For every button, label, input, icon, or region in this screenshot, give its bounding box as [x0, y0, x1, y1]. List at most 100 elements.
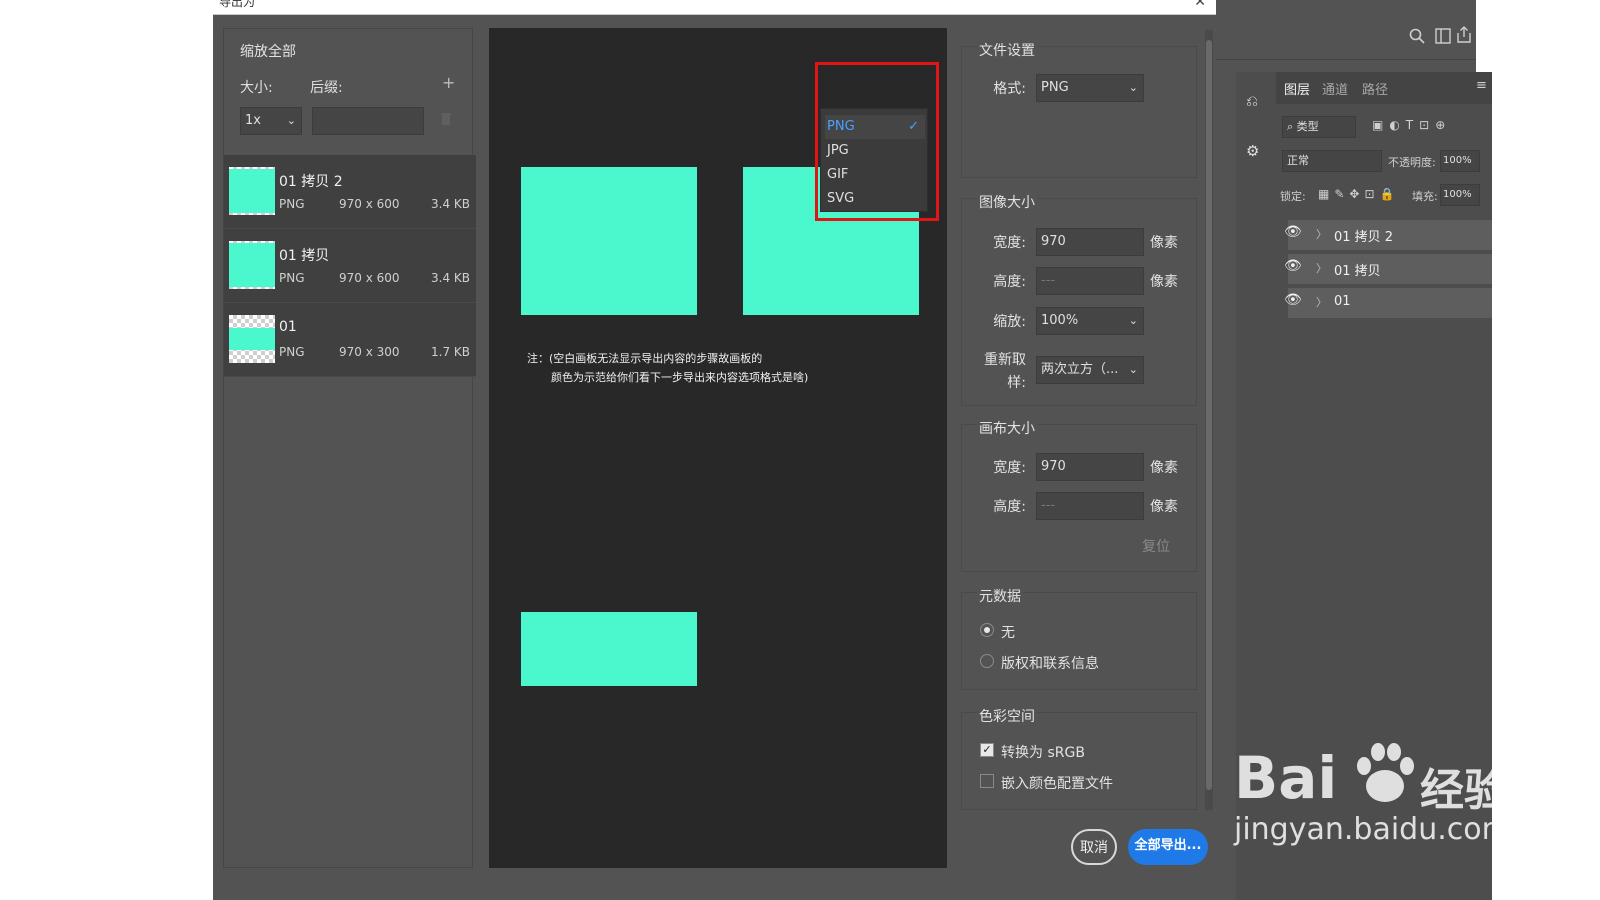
panel-menu-icon[interactable]: ≡ — [1476, 78, 1487, 93]
opacity-label: 不透明度: — [1388, 156, 1436, 169]
convert-srgb-checkbox[interactable]: ✓ — [980, 743, 994, 757]
watermark-brand-cn: 经验 — [1420, 765, 1508, 816]
layer-name: 01 — [1334, 294, 1351, 309]
asset-name: 01 — [279, 319, 297, 335]
asset-thumbnail-fill — [229, 243, 275, 287]
note-line-2: 颜色为示范给你们看下一步导出来内容选项格式是啥) — [551, 371, 809, 384]
canvas-width-input[interactable]: 970 — [1036, 453, 1144, 481]
tab-channels[interactable]: 通道 — [1322, 79, 1348, 98]
convert-srgb-label: 转换为 sRGB — [1001, 745, 1085, 761]
share-icon[interactable] — [1456, 26, 1472, 44]
canvas-size-title: 画布大小 — [977, 418, 1037, 438]
add-scale-icon[interactable]: + — [442, 73, 455, 92]
asset-item[interactable]: 01 拷贝 2 PNG 970 x 600 3.4 KB — [224, 155, 476, 229]
blend-mode-select[interactable]: 正常 — [1282, 150, 1382, 172]
resample-select[interactable]: 两次立方（... ⌄ — [1036, 356, 1144, 384]
scale-label: 缩放: — [993, 314, 1026, 330]
layer-filter-select[interactable]: ⌕ 类型 — [1282, 116, 1356, 138]
asset-filesize: 1.7 KB — [431, 345, 470, 359]
reset-button[interactable]: 复位 — [1142, 536, 1170, 556]
metadata-title: 元数据 — [977, 586, 1023, 606]
history-icon[interactable]: ⎌ — [1246, 92, 1258, 110]
chevron-down-icon: ⌄ — [1128, 314, 1138, 327]
asset-format: PNG — [279, 271, 305, 285]
canvas-height-label: 高度: — [993, 499, 1026, 515]
asset-dimensions: 970 x 300 — [339, 345, 400, 359]
metadata-none-radio[interactable] — [980, 623, 994, 637]
colorspace-title: 色彩空间 — [977, 706, 1037, 726]
chevron-right-icon[interactable]: 〉 — [1316, 226, 1327, 242]
eye-icon[interactable]: 👁 — [1284, 258, 1302, 274]
search-icon[interactable] — [1409, 28, 1425, 44]
file-settings-group — [961, 46, 1197, 178]
canvas-width-unit: 像素 — [1150, 460, 1178, 476]
eye-icon[interactable]: 👁 — [1284, 224, 1302, 240]
image-scale-select[interactable]: 100% ⌄ — [1036, 307, 1144, 335]
lock-label: 锁定: — [1280, 190, 1306, 203]
canvas-width-label: 宽度: — [993, 460, 1026, 476]
artboard-preview — [521, 167, 697, 315]
search-icon: ⌕ — [1287, 120, 1294, 133]
highlight-annotation — [815, 62, 939, 221]
metadata-group — [961, 592, 1197, 690]
asset-thumbnail — [229, 241, 275, 289]
image-width-input[interactable]: 970 — [1036, 228, 1144, 256]
note-line-1: 注：(空白画板无法显示导出内容的步骤故画板的 — [527, 352, 763, 365]
opacity-input[interactable]: 100% — [1440, 150, 1480, 172]
dialog-title: 导出为 — [219, 0, 256, 9]
height-unit: 像素 — [1150, 274, 1178, 290]
chevron-right-icon[interactable]: 〉 — [1316, 294, 1327, 310]
chevron-down-icon: ⌄ — [1128, 363, 1138, 376]
scale-select[interactable]: 1x ⌄ — [240, 107, 302, 135]
suffix-input[interactable] — [312, 107, 424, 135]
format-select[interactable]: PNG ⌄ — [1036, 74, 1144, 102]
height-label: 高度: — [993, 274, 1026, 290]
asset-thumbnail — [229, 167, 275, 215]
scale-all-title: 缩放全部 — [240, 44, 296, 60]
asset-thumbnail-fill — [229, 328, 275, 350]
asset-item[interactable]: 01 PNG 970 x 300 1.7 KB — [224, 303, 476, 377]
layer-filter-icons[interactable]: ▣◐T⊡⊕ — [1372, 118, 1451, 132]
asset-name: 01 拷贝 — [279, 248, 330, 264]
settings-scrollbar[interactable] — [1205, 30, 1213, 810]
tab-paths[interactable]: 路径 — [1362, 79, 1388, 98]
asset-name: 01 拷贝 2 — [279, 174, 343, 190]
asset-thumbnail-fill — [229, 169, 275, 213]
format-select-value: PNG — [1041, 80, 1069, 95]
eye-icon[interactable]: 👁 — [1284, 292, 1302, 308]
metadata-copyright-radio[interactable] — [980, 654, 994, 668]
layer-row[interactable]: 👁 〉 01 — [1284, 288, 1492, 318]
lock-icons[interactable]: ▦✎✥⊡🔒 — [1318, 187, 1399, 201]
export-all-button[interactable]: 全部导出... — [1128, 829, 1208, 865]
properties-icon[interactable]: ⚙ — [1246, 142, 1259, 160]
embed-profile-label: 嵌入颜色配置文件 — [1001, 776, 1113, 792]
cancel-button[interactable]: 取消 — [1071, 829, 1117, 865]
workspace-icon[interactable] — [1435, 28, 1451, 44]
layer-name: 01 拷贝 — [1334, 264, 1381, 279]
tab-layers[interactable]: 图层 — [1284, 79, 1310, 98]
width-unit: 像素 — [1150, 235, 1178, 251]
dialog-titlebar: 导出为 ✕ — [213, 0, 1216, 15]
embed-profile-checkbox[interactable] — [980, 774, 994, 788]
layer-row[interactable]: 👁 〉 01 拷贝 2 — [1284, 220, 1492, 250]
close-icon[interactable]: ✕ — [1194, 0, 1206, 10]
asset-format: PNG — [279, 197, 305, 211]
paw-logo-icon — [1357, 743, 1414, 802]
baidu-watermark: Bai 经验 jingyan.baidu.com — [1232, 740, 1532, 880]
asset-format: PNG — [279, 345, 305, 359]
size-label: 大小: — [240, 80, 273, 96]
canvas-height-unit: 像素 — [1150, 499, 1178, 515]
suffix-label: 后缀: — [310, 80, 343, 96]
layer-row[interactable]: 👁 〉 01 拷贝 — [1284, 254, 1492, 284]
asset-dimensions: 970 x 600 — [339, 197, 400, 211]
asset-item[interactable]: 01 拷贝 PNG 970 x 600 3.4 KB — [224, 229, 476, 303]
canvas-height-input[interactable]: --- — [1036, 492, 1144, 520]
image-height-input[interactable]: --- — [1036, 267, 1144, 295]
chevron-right-icon[interactable]: 〉 — [1316, 260, 1327, 276]
fill-label: 填充: — [1412, 190, 1438, 203]
asset-filesize: 3.4 KB — [431, 197, 470, 211]
fill-input[interactable]: 100% — [1440, 184, 1480, 206]
format-label: 格式: — [993, 81, 1026, 97]
watermark-brand: Bai — [1234, 744, 1338, 812]
trash-icon[interactable] — [441, 112, 451, 125]
